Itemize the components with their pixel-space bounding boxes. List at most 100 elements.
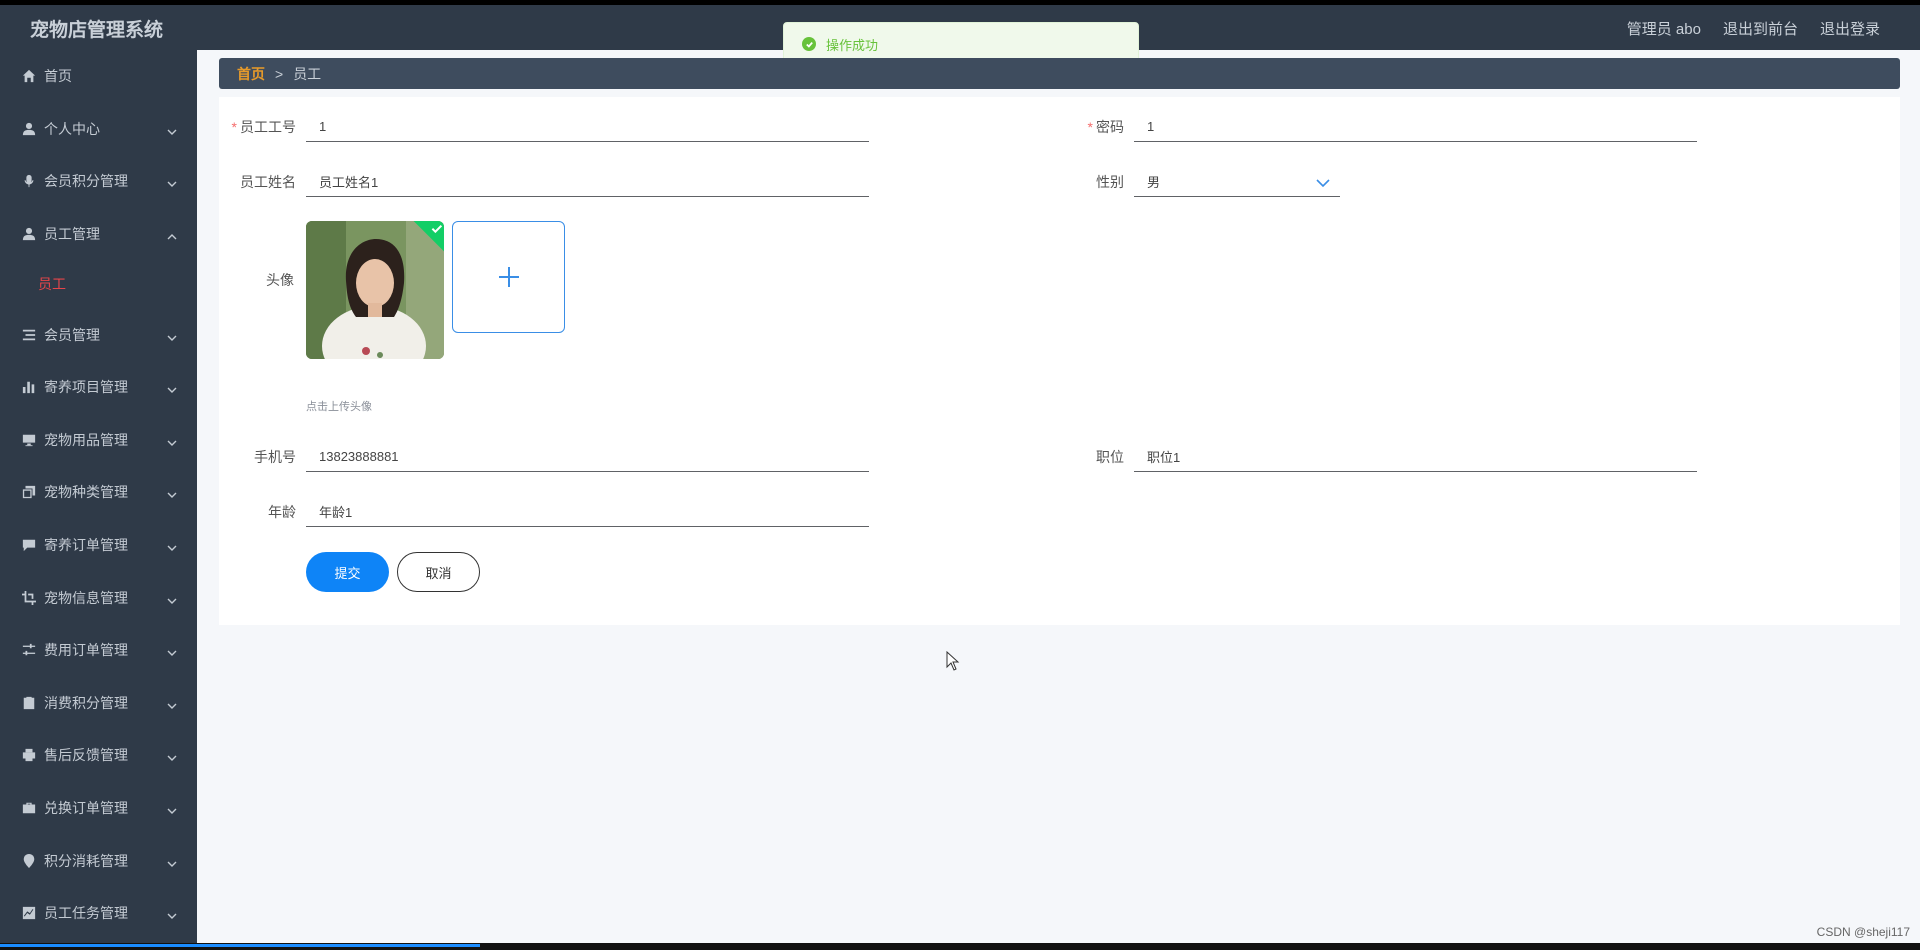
crop-icon [22,590,36,605]
printer-icon [22,748,36,762]
position-input[interactable] [1134,442,1697,472]
app-title: 宠物店管理系统 [30,20,164,41]
back-to-front-link[interactable]: 退出到前台 [1723,18,1798,39]
position-label: 职位 [1096,449,1124,465]
chevron-down-icon [167,908,177,920]
phone-field: 手机号 [219,442,869,472]
sidebar-item-member-points[interactable]: 会员积分管理 [0,155,197,208]
chevron-down-icon [167,435,177,446]
sidebar-item-points-consumption[interactable]: 积分消耗管理 [0,834,197,887]
submit-button[interactable]: 提交 [306,552,389,592]
sidebar-item-label: 寄养订单管理 [44,537,128,554]
chevron-down-icon [167,645,177,657]
sidebar: 首页 个人中心 会员积分管理 员工管理 员工 会员管理 寄养项目管理 宠物用品管… [0,50,197,943]
sidebar-item-label: 首页 [44,68,72,85]
upload-tip: 点击上传头像 [306,401,372,413]
employee-no-input[interactable] [306,112,869,142]
sidebar-item-label: 宠物信息管理 [44,589,128,606]
avatar-image[interactable] [306,221,444,359]
chevron-down-icon [167,856,177,867]
employee-no-label: * 员工工号 [231,119,296,135]
phone-label: 手机号 [254,449,296,465]
sidebar-item-employee-task[interactable]: 员工任务管理 [0,887,197,940]
list-icon [22,328,36,342]
breadcrumb-home-link[interactable]: 首页 [237,64,265,84]
sidebar-item-after-sales[interactable]: 售后反馈管理 [0,729,197,782]
location-icon [22,853,36,868]
chevron-down-icon [167,487,177,499]
employee-name-label: 员工姓名 [240,174,296,190]
breadcrumb: 首页 > 员工 [219,58,1900,89]
sidebar-item-label: 会员积分管理 [44,173,128,190]
sidebar-item-label: 会员管理 [44,326,100,343]
sidebar-item-boarding-order[interactable]: 寄养订单管理 [0,519,197,572]
sidebar-item-label: 个人中心 [44,120,100,137]
sidebar-item-label: 员工任务管理 [44,905,128,922]
home-icon [22,69,36,83]
logout-link[interactable]: 退出登录 [1820,18,1880,39]
sidebar-item-pet-supplies[interactable]: 宠物用品管理 [0,414,197,467]
sliders-icon [22,643,36,657]
chevron-down-icon [167,540,177,552]
user-icon [22,122,36,136]
chevron-up-icon [167,229,177,240]
sidebar-subitem-employee[interactable]: 员工 [0,260,197,308]
employee-name-input[interactable] [306,167,869,197]
password-field: * 密码 [1047,112,1697,142]
employee-no-field: * 员工工号 [219,112,869,142]
monitor-icon [22,433,36,447]
sidebar-item-label: 售后反馈管理 [44,747,128,764]
age-input[interactable] [306,497,869,527]
sidebar-item-label: 寄养项目管理 [44,379,128,396]
chevron-down-icon [167,698,177,709]
microphone-icon [22,174,36,188]
bar-chart-icon [22,380,36,394]
sidebar-item-label: 费用订单管理 [44,642,128,659]
mouse-cursor-icon [946,651,960,671]
sidebar-item-boarding-project[interactable]: 寄养项目管理 [0,361,197,414]
sidebar-item-employee-management[interactable]: 员工管理 [0,208,197,261]
chevron-down-icon [167,124,177,135]
chevron-down-icon [167,176,177,188]
trend-icon [22,906,36,920]
breadcrumb-separator: > [275,65,284,82]
plus-icon [498,267,519,287]
user-label: 管理员 abo [1626,21,1701,38]
employee-name-field: 员工姓名 [219,167,869,197]
gender-label: 性别 [1096,174,1124,190]
breadcrumb-current: 员工 [293,65,322,82]
gender-field: 性别 男 [1047,167,1340,197]
phone-input[interactable] [306,442,869,472]
header-actions: 管理员 abo 退出到前台 退出登录 [1627,18,1880,39]
sidebar-item-exchange-order[interactable]: 兑换订单管理 [0,782,197,835]
cancel-button[interactable]: 取消 [397,552,480,592]
sidebar-item-label: 消费积分管理 [44,694,128,711]
avatar-label: 头像 [266,272,294,288]
sidebar-item-consumption-points[interactable]: 消费积分管理 [0,677,197,730]
chevron-down-icon [167,593,177,604]
sidebar-item-pet-category[interactable]: 宠物种类管理 [0,466,197,519]
upload-avatar-button[interactable] [452,221,565,333]
gender-select[interactable]: 男 [1134,167,1340,197]
chevron-down-icon [167,803,177,815]
sidebar-item-label: 兑换订单管理 [44,800,128,817]
sidebar-item-home[interactable]: 首页 [0,50,197,103]
sidebar-item-label: 宠物用品管理 [44,431,128,448]
chat-icon [22,538,36,552]
sidebar-item-pet-info[interactable]: 宠物信息管理 [0,571,197,624]
sidebar-item-label: 宠物种类管理 [44,484,128,501]
clipboard-icon [22,696,36,710]
chevron-down-icon [167,330,177,341]
video-progress-bar[interactable] [0,944,480,947]
toast-message: 操作成功 [826,37,879,53]
sidebar-item-label: 员工管理 [44,226,100,243]
sidebar-subitem-label: 员工 [38,276,66,293]
password-input[interactable] [1134,112,1697,142]
sidebar-item-member-management[interactable]: 会员管理 [0,308,197,361]
sidebar-item-fee-order[interactable]: 费用订单管理 [0,624,197,677]
gender-selected-value: 男 [1147,175,1161,190]
sidebar-item-personal-center[interactable]: 个人中心 [0,103,197,156]
position-field: 职位 [1047,442,1697,472]
watermark: CSDN @sheji117 [1816,925,1910,939]
chevron-down-icon [167,382,177,394]
